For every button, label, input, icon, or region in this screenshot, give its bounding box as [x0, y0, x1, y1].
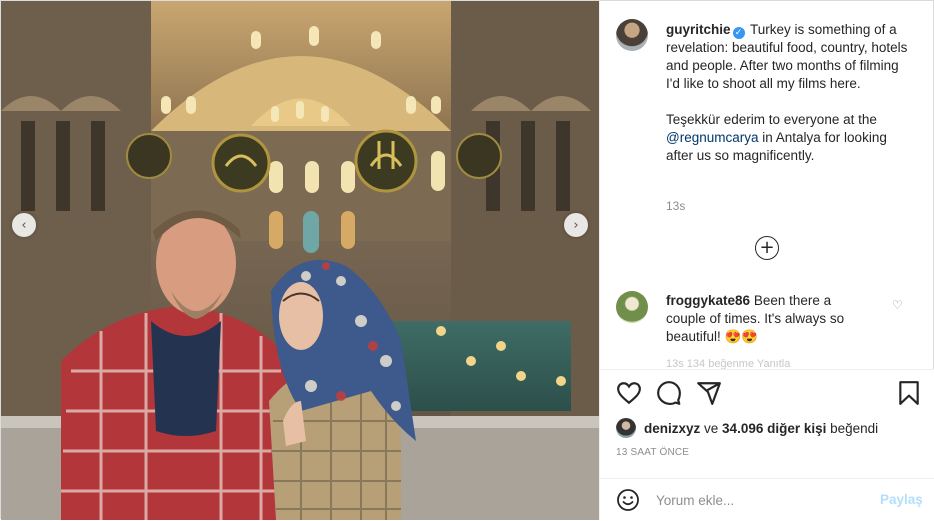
bookmark-icon[interactable] — [896, 380, 922, 406]
post-photo[interactable]: ‹ › — [1, 1, 599, 520]
liker-username[interactable]: denizxyz — [644, 421, 700, 436]
caption-paragraph-2: Teşekkür ederim to everyone at the @regn… — [666, 111, 916, 165]
comments-scroll-area[interactable]: guyritchie ✓ Turkey is something of a rev… — [600, 1, 934, 371]
liker-avatar[interactable] — [616, 418, 636, 438]
comment-like-heart-icon[interactable]: ♡ — [892, 298, 903, 312]
mention-link[interactable]: @regnumcarya — [666, 130, 759, 145]
verified-badge-icon: ✓ — [732, 27, 745, 39]
share-icon[interactable] — [696, 380, 722, 406]
chevron-right-icon: › — [573, 217, 579, 233]
add-comment-bar: Paylaş — [600, 478, 934, 521]
likes-suffix: beğendi — [826, 420, 879, 436]
commenter-avatar[interactable] — [616, 291, 648, 323]
photo-image — [1, 1, 599, 520]
caption-text-2a: Teşekkür ederim to everyone at the — [666, 112, 877, 127]
comment-icon[interactable] — [656, 380, 682, 406]
likes-summary: denizxyz ve 34.096 diğer kişi beğendi — [616, 418, 878, 438]
post-actions: denizxyz ve 34.096 diğer kişi beğendi 13… — [600, 369, 934, 520]
likes-count[interactable]: 34.096 diğer kişi — [722, 421, 826, 436]
caption: guyritchie ✓ Turkey is something of a rev… — [666, 21, 916, 165]
carousel-next-button[interactable]: › — [564, 213, 588, 237]
author-username[interactable]: guyritchie — [666, 22, 731, 37]
heart-icon[interactable] — [616, 380, 642, 406]
instagram-post: ‹ › guyritchie ✓ Turkey is something of a… — [0, 0, 934, 520]
comment: froggykate86 Been there a couple of time… — [666, 292, 866, 346]
post-comment-button[interactable]: Paylaş — [880, 492, 923, 507]
caption-timestamp[interactable]: 13s — [666, 199, 685, 213]
emoji-icon[interactable] — [616, 488, 640, 512]
post-date[interactable]: 13 SAAT ÖNCE — [616, 447, 689, 458]
comment-input[interactable] — [656, 489, 866, 511]
caption-paragraph-1: guyritchie ✓ Turkey is something of a rev… — [666, 21, 916, 93]
post-side-panel: guyritchie ✓ Turkey is something of a rev… — [599, 1, 934, 520]
carousel-prev-button[interactable]: ‹ — [12, 213, 36, 237]
commenter-username[interactable]: froggykate86 — [666, 293, 750, 308]
author-avatar[interactable] — [616, 19, 648, 51]
likes-connector: ve — [700, 420, 723, 436]
plus-circle-icon: + — [759, 236, 775, 258]
chevron-left-icon: ‹ — [21, 217, 27, 233]
load-more-comments-button[interactable]: + — [755, 236, 779, 260]
